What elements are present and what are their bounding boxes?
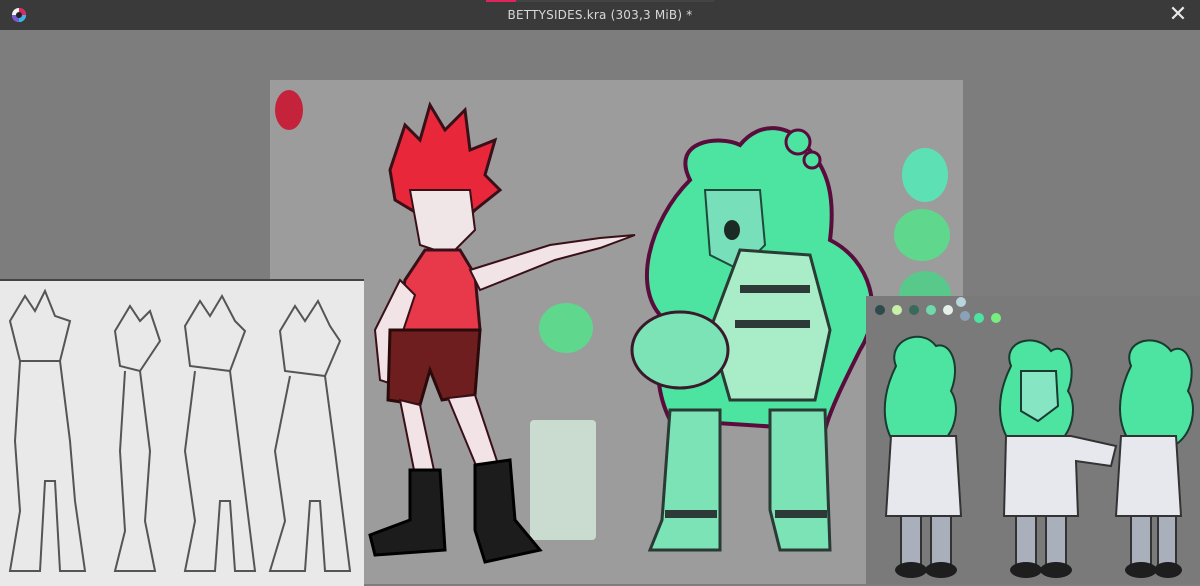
drawing-canvas[interactable] — [270, 80, 963, 584]
window-title: BETTYSIDES.kra (303,3 MiB) * — [507, 8, 693, 22]
turnaround-back-view — [883, 335, 963, 578]
green-slime-character — [630, 126, 875, 552]
progress-fill — [486, 0, 516, 2]
red-color-swatch — [275, 90, 303, 130]
pencil-sketch-reference[interactable] — [0, 279, 364, 586]
turnaround-front-view — [999, 339, 1118, 578]
palette-dots — [875, 297, 1001, 323]
turnaround-artwork — [875, 297, 1194, 578]
teal-swatch-2 — [894, 209, 950, 261]
loading-progress-bar — [486, 0, 714, 2]
sketch-artwork — [8, 288, 352, 572]
close-button[interactable]: ✕ — [1168, 2, 1188, 27]
close-icon: ✕ — [1168, 2, 1188, 27]
pale-green-swatch — [530, 420, 596, 540]
turnaround-side-view — [1114, 339, 1194, 578]
color-turnaround-reference[interactable] — [866, 296, 1200, 584]
teal-swatch-1 — [902, 148, 948, 202]
green-color-swatch — [539, 303, 593, 353]
canvas-artwork — [275, 90, 951, 564]
title-bar: BETTYSIDES.kra (303,3 MiB) * ✕ — [0, 0, 1200, 30]
